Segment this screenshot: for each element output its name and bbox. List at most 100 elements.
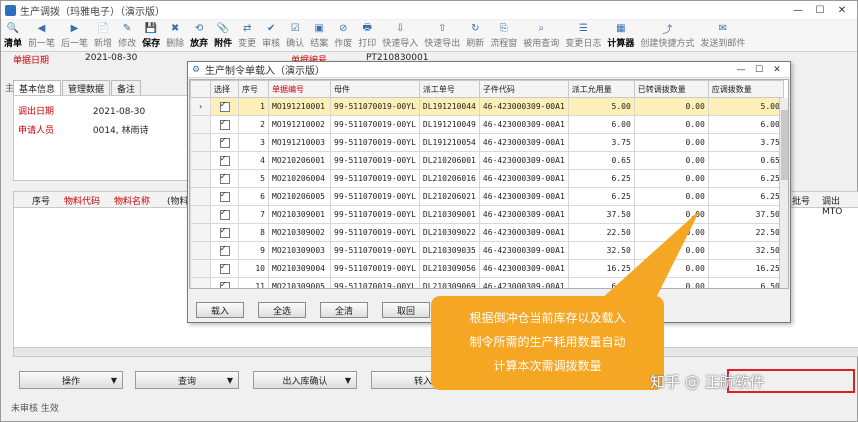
query-button[interactable]: 查询 ▼ bbox=[135, 371, 239, 389]
cell-transferred-qty[interactable]: 0.00 bbox=[633, 277, 709, 288]
toolbar-button-discard[interactable]: ⟲ 放弃 bbox=[187, 20, 211, 49]
tab-management-data[interactable]: 管理数据 bbox=[62, 80, 111, 95]
cell-dispatch-no[interactable]: DL210309035 bbox=[418, 241, 480, 260]
toolbar-button-mail[interactable]: ✉ 发送到邮件 bbox=[697, 20, 748, 49]
cell-dispatch-no[interactable]: DL191210044 bbox=[418, 97, 480, 116]
cell-seq[interactable]: 10 bbox=[238, 259, 269, 278]
cell-seq[interactable]: 2 bbox=[238, 115, 269, 134]
cell-dispatch-no[interactable]: DL210309001 bbox=[418, 205, 480, 224]
toolbar-button-export[interactable]: ⇧ 快速导出 bbox=[421, 20, 463, 49]
cell-dispatch-no[interactable]: DL210309069 bbox=[418, 277, 480, 288]
scroll-thumb[interactable] bbox=[781, 110, 788, 180]
checkbox[interactable] bbox=[219, 136, 230, 148]
cell-dispatch-no[interactable]: DL191210054 bbox=[418, 133, 480, 152]
cell-transferred-qty[interactable]: 0.00 bbox=[633, 133, 709, 152]
dialog-minimize-icon[interactable]: — bbox=[732, 63, 750, 77]
table-row[interactable]: 11MO21030900599-511070019-00YLDL21030906… bbox=[190, 277, 784, 288]
cell-dispatch-no[interactable]: DL210206016 bbox=[418, 169, 480, 188]
retrieve-button[interactable]: 取回 bbox=[382, 302, 430, 318]
toolbar-button-save[interactable]: 💾 保存 bbox=[139, 20, 163, 49]
dialog-maximize-icon[interactable]: ☐ bbox=[750, 63, 768, 77]
cell-child-code[interactable]: 46-423000309-00A1 bbox=[478, 169, 569, 188]
cell-transferred-qty[interactable]: 0.00 bbox=[633, 169, 709, 188]
toolbar-button-void[interactable]: ⊘ 作废 bbox=[331, 20, 355, 49]
cell-need-qty[interactable]: 6.50 bbox=[707, 277, 784, 288]
col-allowed-qty[interactable]: 派工允用量 bbox=[567, 80, 635, 98]
toolbar-button-print[interactable]: 🖶 打印 bbox=[355, 20, 379, 49]
cell-dispatch-no[interactable]: DL191210049 bbox=[418, 115, 480, 134]
cell-doc-no[interactable]: MO210206001 bbox=[268, 151, 331, 170]
toolbar-button-refresh[interactable]: ↻ 刷新 bbox=[463, 20, 487, 49]
col-need-qty[interactable]: 应调拨数量 bbox=[707, 80, 784, 98]
toolbar-button-audit[interactable]: ✔ 审核 bbox=[259, 20, 283, 49]
cell-parent-item[interactable]: 99-511070019-00YL bbox=[330, 277, 420, 288]
cell-doc-no[interactable]: MO210206005 bbox=[268, 187, 331, 206]
cell-seq[interactable]: 3 bbox=[238, 133, 269, 152]
toolbar-button-flow[interactable]: ⎘ 流程窗 bbox=[487, 20, 520, 49]
cell-transferred-qty[interactable]: 0.00 bbox=[633, 115, 709, 134]
cell-need-qty[interactable]: 6.00 bbox=[707, 115, 784, 134]
cell-child-code[interactable]: 46-423000309-00A1 bbox=[478, 223, 569, 242]
cell-need-qty[interactable]: 22.50 bbox=[707, 223, 784, 242]
table-row[interactable]: 7MO21030900199-511070019-00YLDL210309001… bbox=[190, 205, 784, 224]
cell-doc-no[interactable]: MO191210002 bbox=[268, 115, 331, 134]
cell-allowed-qty[interactable]: 22.50 bbox=[567, 223, 635, 242]
toolbar-button-attachment[interactable]: 📎 附件 bbox=[211, 20, 235, 49]
cell-transferred-qty[interactable]: 0.00 bbox=[633, 97, 709, 116]
table-row[interactable]: 5MO21020600499-511070019-00YLDL210206016… bbox=[190, 169, 784, 188]
table-row[interactable]: 4MO21020600199-511070019-00YLDL210206001… bbox=[190, 151, 784, 170]
checkbox[interactable] bbox=[219, 244, 230, 256]
cell-allowed-qty[interactable]: 6.50 bbox=[567, 277, 635, 288]
table-row[interactable]: 6MO21020600599-511070019-00YLDL210206021… bbox=[190, 187, 784, 206]
checkbox[interactable] bbox=[219, 208, 230, 220]
cell-need-qty[interactable]: 0.65 bbox=[707, 151, 784, 170]
cell-allowed-qty[interactable]: 6.25 bbox=[567, 169, 635, 188]
cell-need-qty[interactable]: 3.75 bbox=[707, 133, 784, 152]
cell-parent-item[interactable]: 99-511070019-00YL bbox=[330, 115, 420, 134]
col-child-code[interactable]: 子件代码 bbox=[478, 80, 569, 98]
cell-child-code[interactable]: 46-423000309-00A1 bbox=[478, 259, 569, 278]
cell-transferred-qty[interactable]: 0.00 bbox=[633, 205, 709, 224]
cell-child-code[interactable]: 46-423000309-00A1 bbox=[478, 115, 569, 134]
cell-allowed-qty[interactable]: 3.75 bbox=[567, 133, 635, 152]
table-row[interactable]: 2MO19121000299-511070019-00YLDL191210049… bbox=[190, 115, 784, 134]
checkbox[interactable] bbox=[219, 190, 230, 202]
col-select[interactable]: 选择 bbox=[210, 80, 239, 98]
toolbar-button-arrow-left[interactable]: ◀ 前一笔 bbox=[25, 20, 58, 49]
cell-child-code[interactable]: 46-423000309-00A1 bbox=[478, 205, 569, 224]
cell-need-qty[interactable]: 16.25 bbox=[707, 259, 784, 278]
col-seq[interactable]: 序号 bbox=[238, 80, 269, 98]
cell-parent-item[interactable]: 99-511070019-00YL bbox=[330, 259, 420, 278]
cell-child-code[interactable]: 46-423000309-00A1 bbox=[478, 277, 569, 288]
cell-doc-no[interactable]: MO210309002 bbox=[268, 223, 331, 242]
cell-child-code[interactable]: 46-423000309-00A1 bbox=[478, 241, 569, 260]
cell-doc-no[interactable]: MO210309005 bbox=[268, 277, 331, 288]
cell-need-qty[interactable]: 5.00 bbox=[707, 97, 784, 116]
cell-seq[interactable]: 1 bbox=[238, 97, 269, 116]
close-icon[interactable]: ✕ bbox=[831, 2, 853, 18]
table-row[interactable]: 3MO19121000399-511070019-00YLDL191210054… bbox=[190, 133, 784, 152]
cell-allowed-qty[interactable]: 6.00 bbox=[567, 115, 635, 134]
cell-dispatch-no[interactable]: DL210309056 bbox=[418, 259, 480, 278]
cell-parent-item[interactable]: 99-511070019-00YL bbox=[330, 133, 420, 152]
cell-need-qty[interactable]: 37.50 bbox=[707, 205, 784, 224]
cell-doc-no[interactable]: MO210309004 bbox=[268, 259, 331, 278]
cell-doc-no[interactable]: MO210309003 bbox=[268, 241, 331, 260]
col-dispatch-no[interactable]: 派工单号 bbox=[418, 80, 480, 98]
cell-parent-item[interactable]: 99-511070019-00YL bbox=[330, 97, 420, 116]
select-all-button[interactable]: 全选 bbox=[258, 302, 306, 318]
cell-doc-no[interactable]: MO191210001 bbox=[268, 97, 331, 116]
cell-parent-item[interactable]: 99-511070019-00YL bbox=[330, 169, 420, 188]
checkbox[interactable] bbox=[219, 118, 230, 130]
cell-doc-no[interactable]: MO191210003 bbox=[268, 133, 331, 152]
cell-seq[interactable]: 5 bbox=[238, 169, 269, 188]
cell-parent-item[interactable]: 99-511070019-00YL bbox=[330, 241, 420, 260]
cell-seq[interactable]: 11 bbox=[238, 277, 269, 288]
checkbox[interactable] bbox=[219, 172, 230, 184]
table-row[interactable]: › 1MO19121000199-511070019-00YLDL19121004… bbox=[190, 97, 784, 116]
cell-dispatch-no[interactable]: DL210206001 bbox=[418, 151, 480, 170]
cell-allowed-qty[interactable]: 32.50 bbox=[567, 241, 635, 260]
cell-child-code[interactable]: 46-423000309-00A1 bbox=[478, 97, 569, 116]
cell-doc-no[interactable]: MO210206004 bbox=[268, 169, 331, 188]
cell-parent-item[interactable]: 99-511070019-00YL bbox=[330, 223, 420, 242]
